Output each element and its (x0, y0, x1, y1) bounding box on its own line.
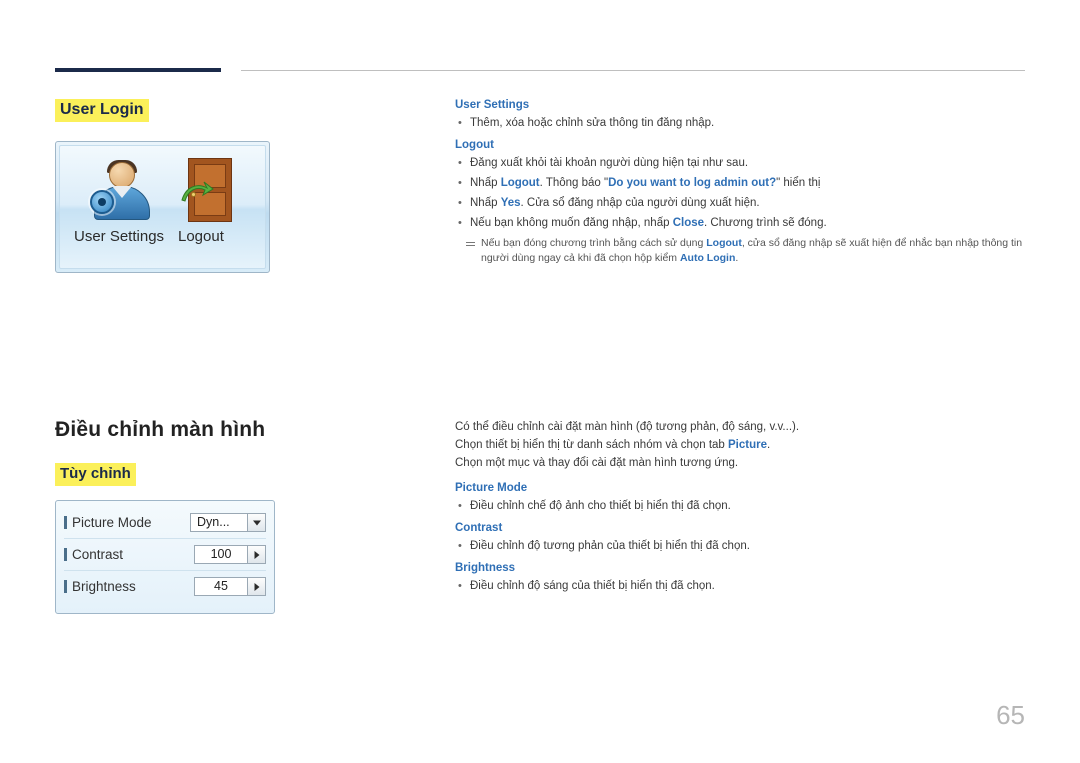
logout-bullet-1: Đăng xuất khỏi tài khoản người dùng hiện… (455, 155, 1030, 171)
contrast-subhead: Contrast (455, 522, 503, 534)
tuy-chinh-heading: Tùy chỉnh (55, 463, 136, 486)
user-login-description: User Settings Thêm, xóa hoặc chỉnh sửa t… (455, 99, 1030, 266)
contrast-label: Contrast (72, 547, 124, 562)
brightness-bullet: Điều chỉnh độ sáng của thiết bị hiển thị… (455, 578, 1030, 594)
note-dash-2 (466, 245, 475, 246)
picture-mode-bullet: Điều chỉnh chế độ ảnh cho thiết bị hiển … (455, 498, 1030, 514)
contrast-stepper[interactable]: 100 (194, 545, 266, 564)
chevron-right-icon[interactable] (247, 546, 265, 563)
user-login-illustration: User Settings Logout (55, 141, 270, 273)
header-rule-thin (241, 70, 1025, 71)
inline-close: Close (672, 217, 705, 229)
picture-mode-label: Picture Mode (72, 515, 152, 530)
illustration-inner: User Settings Logout (59, 145, 266, 269)
chevron-right-icon[interactable] (247, 578, 265, 595)
picture-mode-dropdown[interactable]: Dyn... (190, 513, 266, 532)
inline-picture-tab: Picture (728, 439, 768, 451)
picture-mode-row: Picture Mode Dyn... (64, 507, 266, 539)
brightness-subhead: Brightness (455, 562, 516, 574)
picture-settings-description: Có thể điều chỉnh cài đặt màn hình (độ t… (455, 418, 1030, 598)
logout-subhead: Logout (455, 139, 494, 151)
brightness-stepper[interactable]: 45 (194, 577, 266, 596)
logout-bullet-3: Nhấp Yes. Cửa sổ đăng nhập của người dùn… (455, 195, 1030, 211)
chevron-down-icon[interactable] (247, 514, 265, 531)
picture-mode-subhead: Picture Mode (455, 482, 528, 494)
inline-logout-note: Logout (706, 237, 742, 249)
door-icon (180, 158, 236, 224)
brightness-row: Brightness 45 (64, 571, 266, 602)
user-head (109, 162, 135, 188)
brightness-label: Brightness (72, 579, 136, 594)
inline-prompt: Do you want to log admin out? (608, 177, 777, 189)
intro-line-2: Chọn thiết bị hiển thị từ danh sách nhóm… (455, 439, 771, 451)
page-number: 65 (996, 700, 1025, 730)
inline-auto-login: Auto Login (679, 252, 736, 264)
logout-note: Nếu bạn đóng chương trình bằng cách sử d… (455, 236, 1030, 266)
row-marker (64, 580, 67, 593)
user-settings-subhead: User Settings (455, 99, 530, 111)
exit-arrow-icon (180, 180, 214, 206)
brightness-value: 45 (195, 578, 247, 595)
logout-bullet-2: Nhấp Logout. Thông báo "Do you want to l… (455, 175, 1030, 191)
contrast-bullet: Điều chỉnh độ tương phản của thiết bị hi… (455, 538, 1030, 554)
intro-line-1: Có thể điều chỉnh cài đặt màn hình (độ t… (455, 421, 800, 433)
row-marker (64, 516, 67, 529)
illustration-label-user-settings: User Settings (74, 228, 165, 245)
inline-yes: Yes (500, 197, 521, 209)
logout-bullet-4: Nếu bạn không muốn đăng nhập, nhấp Close… (455, 215, 1030, 231)
user-login-heading: User Login (55, 99, 149, 122)
picture-settings-illustration: Picture Mode Dyn... Contrast 100 Brightn… (55, 500, 275, 614)
header-rule (55, 68, 1025, 72)
inline-logout: Logout (500, 177, 540, 189)
user-icon (82, 160, 160, 222)
contrast-value: 100 (195, 546, 247, 563)
illustration-label-logout: Logout (178, 228, 224, 245)
header-rule-accent (55, 68, 221, 72)
contrast-row: Contrast 100 (64, 539, 266, 571)
intro-line-3: Chọn một mục và thay đổi cài đặt màn hìn… (455, 457, 739, 469)
gear-icon (90, 190, 114, 214)
picture-mode-value: Dyn... (191, 514, 247, 531)
page-title: Điều chỉnh màn hình (55, 418, 266, 441)
row-marker (64, 548, 67, 561)
user-settings-bullet: Thêm, xóa hoặc chỉnh sửa thông tin đăng … (455, 115, 1030, 131)
note-dash-1 (466, 242, 475, 243)
